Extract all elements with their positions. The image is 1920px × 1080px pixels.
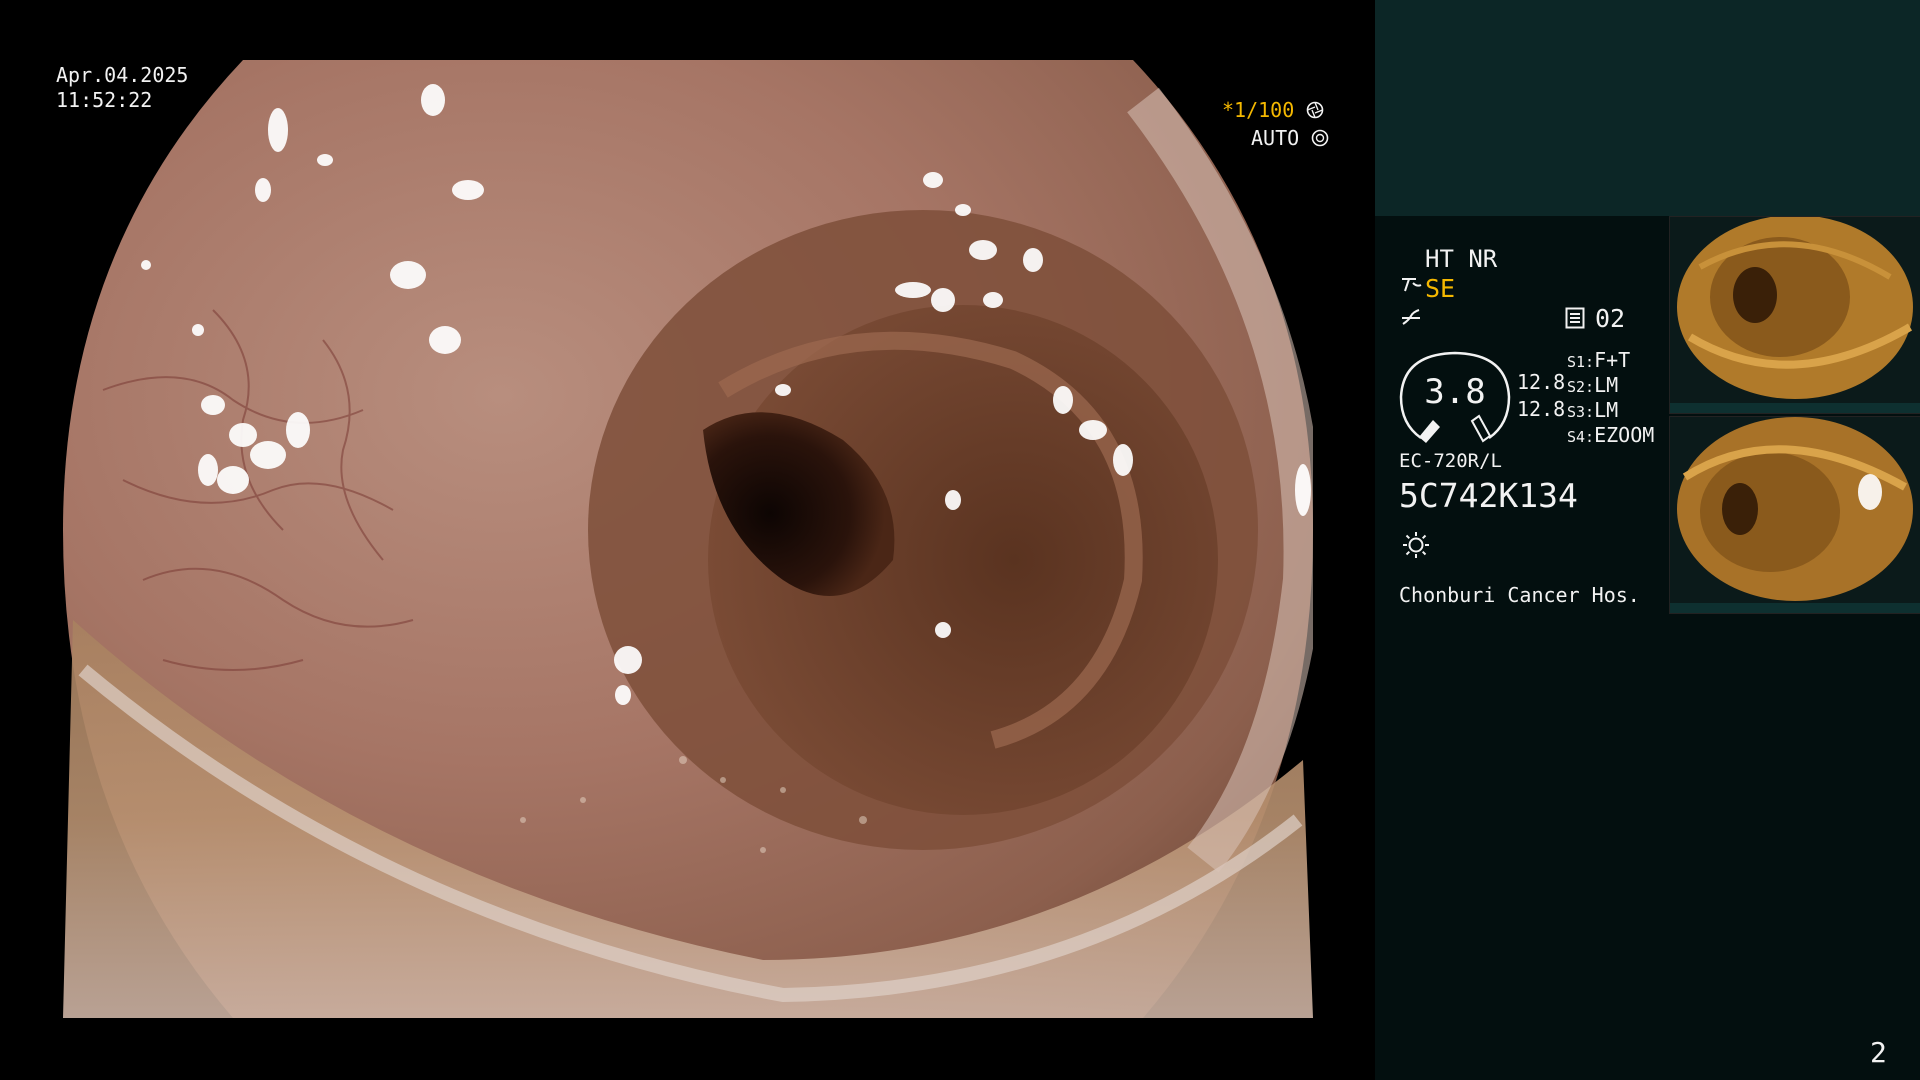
memory-count: 02 — [1595, 304, 1626, 333]
info-panel: HT NR SE 02 3.8 12.8 12.8 S1:F+T S2:LM S… — [1375, 0, 1920, 1080]
memory-icon — [1565, 307, 1585, 333]
thumbnail-1[interactable] — [1669, 216, 1920, 414]
switch-s1-key: S1: — [1567, 353, 1595, 371]
switch-s3: S3:LM — [1567, 398, 1618, 422]
date-label: Apr.04.2025 — [56, 63, 189, 87]
time-label: 11:52:22 — [56, 88, 153, 112]
hospital-name: Chonburi Cancer Hos. — [1399, 583, 1640, 607]
iris-readout: AUTO — [1251, 126, 1329, 153]
switch-s2: S2:LM — [1567, 373, 1618, 397]
mode-label-se: SE — [1425, 274, 1456, 303]
switch-s4-key: S4: — [1567, 428, 1595, 446]
shutter-value: *1/100 — [1222, 98, 1295, 122]
page-number: 2 — [1870, 1036, 1887, 1069]
switch-s3-key: S3: — [1567, 403, 1595, 421]
endoscope-image — [63, 60, 1313, 1018]
light-source-icon — [1401, 530, 1431, 564]
endoscope-view: Apr.04.2025 11:52:22 *1/100 AUTO — [0, 0, 1372, 1080]
shutter-readout: *1/100 — [1222, 98, 1324, 125]
switch-s2-key: S2: — [1567, 378, 1595, 396]
gauge-value: 3.8 — [1424, 372, 1486, 412]
panel-header-area — [1375, 0, 1920, 216]
enhancement-curve-icon — [1399, 306, 1423, 334]
iris-icon — [1311, 128, 1329, 153]
zoom-gauge: 3.8 — [1399, 350, 1511, 444]
scope-serial: 5C742K134 — [1399, 476, 1578, 515]
switch-s3-value: LM — [1594, 398, 1619, 422]
switch-s2-value: LM — [1594, 373, 1619, 397]
structure-enhance-icon — [1399, 273, 1423, 301]
mode-label-ht-nr: HT NR — [1425, 245, 1498, 273]
aperture-icon — [1306, 100, 1324, 125]
switch-s4: S4:EZOOM — [1567, 423, 1654, 447]
switch-s1: S1:F+T — [1567, 348, 1630, 372]
scope-model: EC-720R/L — [1399, 450, 1502, 472]
switch-s1-value: F+T — [1594, 348, 1631, 372]
tone-value-2: 12.8 — [1517, 397, 1566, 421]
tone-value-1: 12.8 — [1517, 370, 1566, 394]
iris-value: AUTO — [1251, 126, 1300, 150]
switch-s4-value: EZOOM — [1594, 423, 1655, 447]
thumbnail-2[interactable] — [1669, 416, 1920, 614]
